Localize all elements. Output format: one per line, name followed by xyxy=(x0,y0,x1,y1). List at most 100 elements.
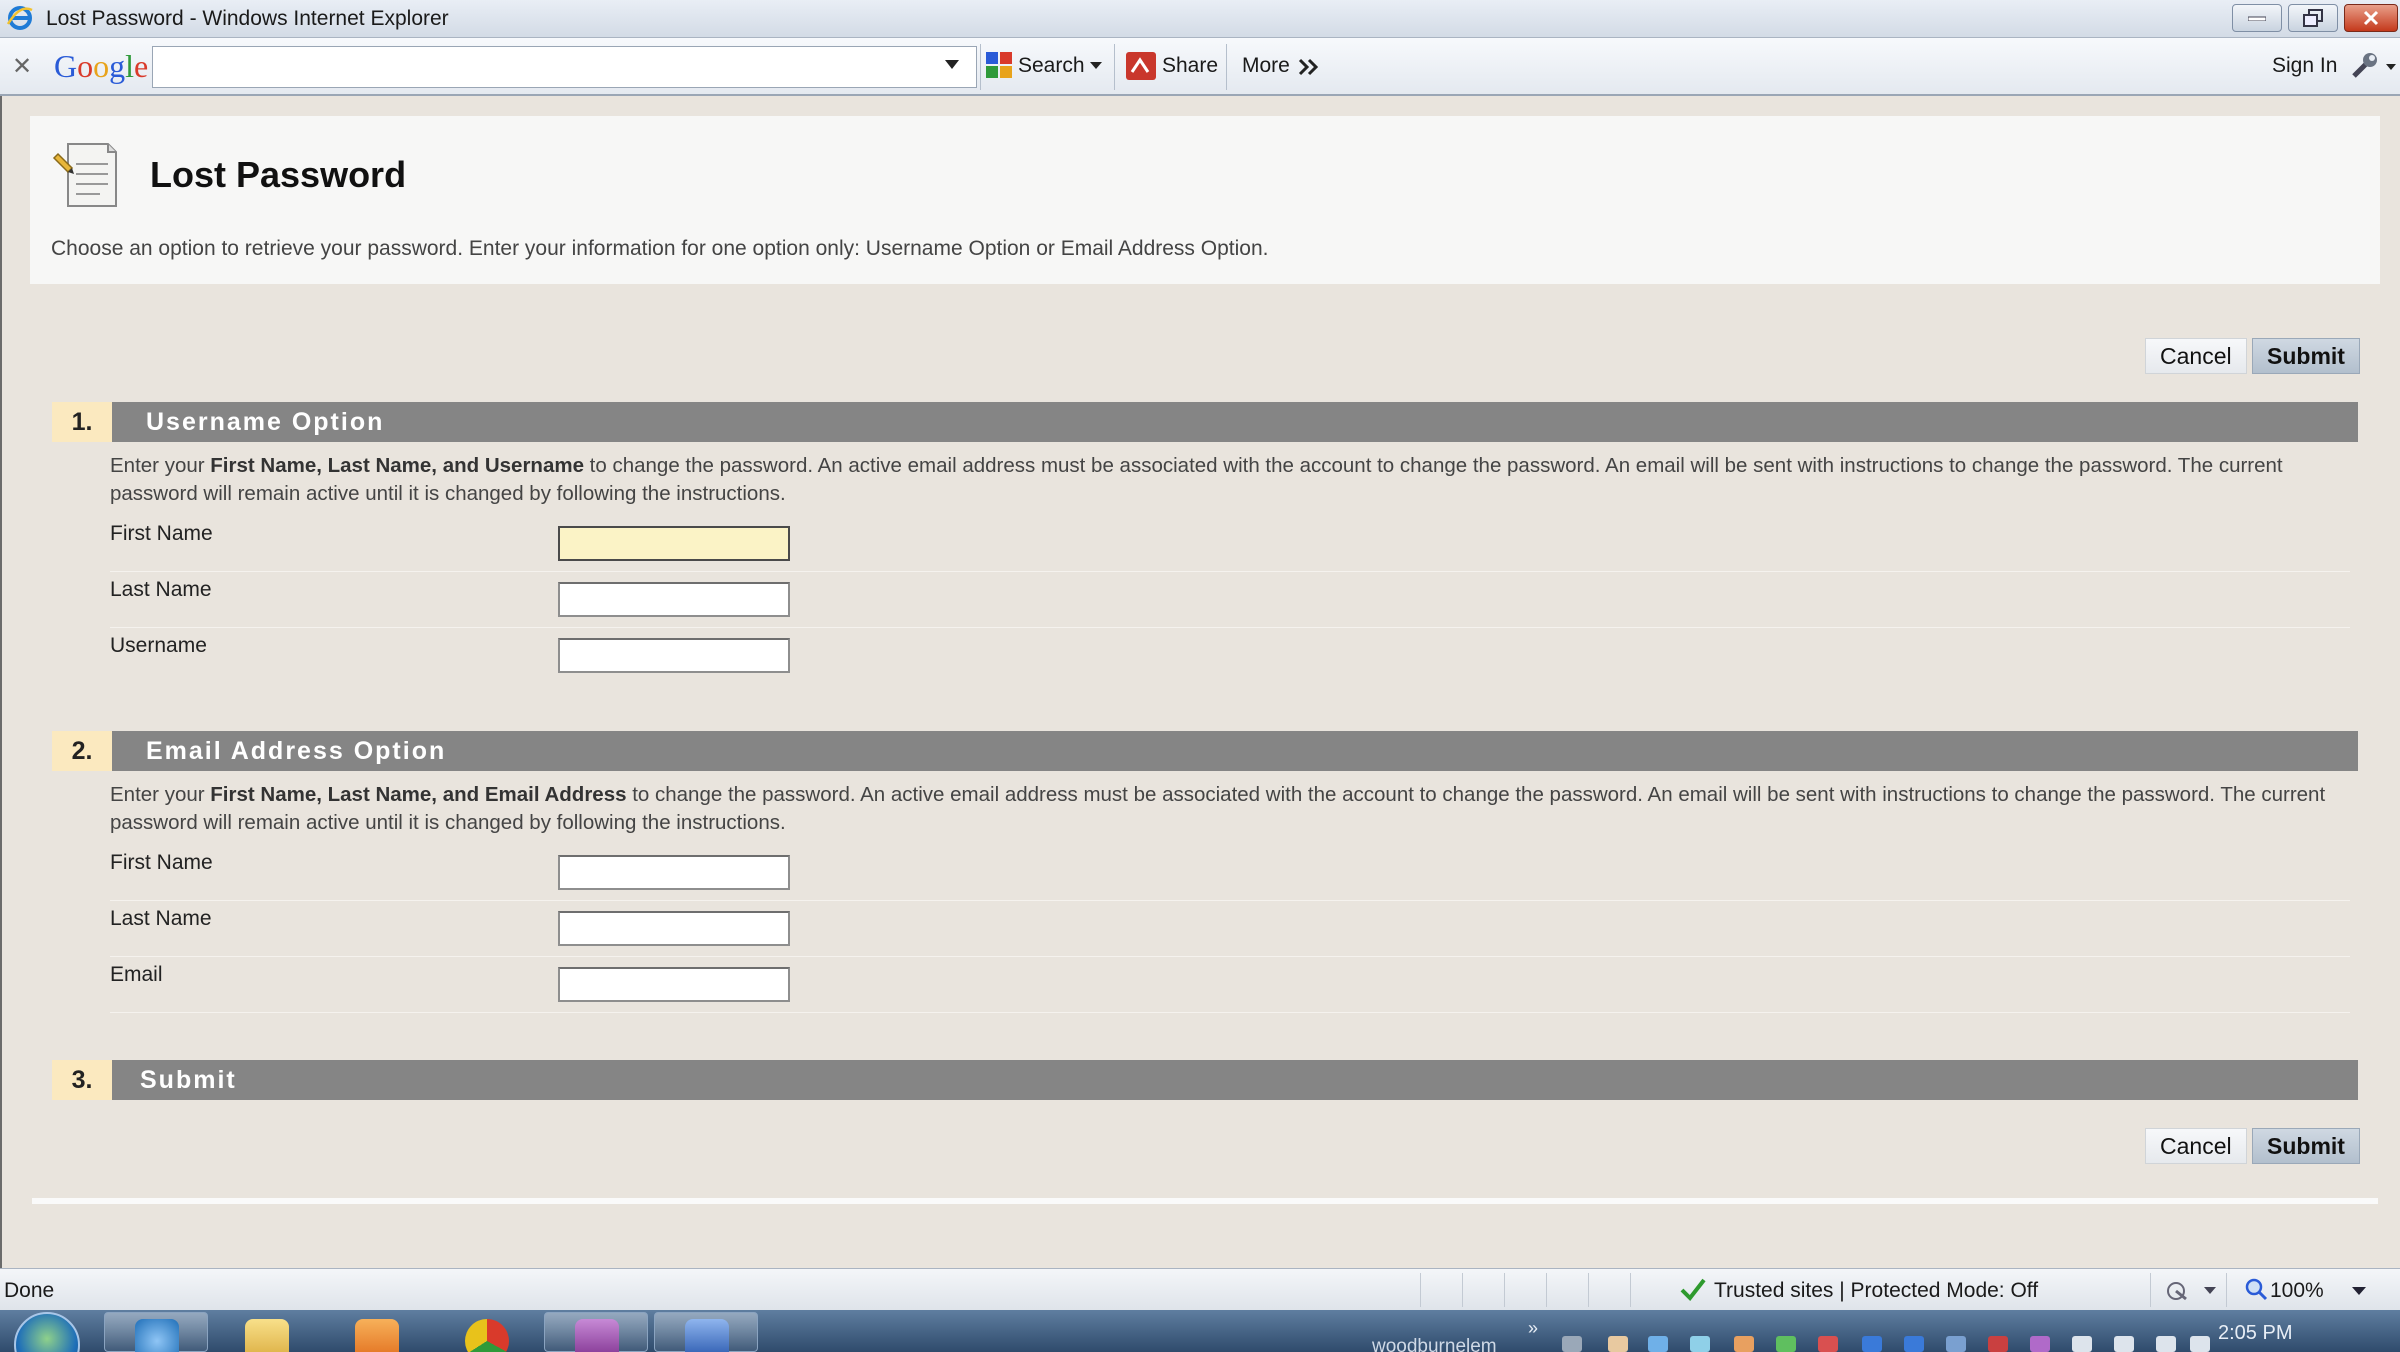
toolbar-close-icon[interactable]: ✕ xyxy=(12,52,32,81)
close-window-button[interactable] xyxy=(2344,4,2398,32)
status-separator xyxy=(1630,1273,1631,1307)
username-input[interactable] xyxy=(558,638,790,673)
popup-blocker-chevron-icon[interactable] xyxy=(2204,1287,2216,1295)
email-option-last-name-input[interactable] xyxy=(558,911,790,946)
first-name-label: First Name xyxy=(110,851,213,874)
section-title: Username Option xyxy=(146,408,385,436)
desc-prefix: Enter your xyxy=(110,454,211,477)
google-toolbar: ✕ Google Search Share More Sign In xyxy=(0,38,2400,96)
email-input[interactable] xyxy=(558,967,790,1002)
restore-icon xyxy=(2303,9,2323,27)
username-option-last-name-input[interactable] xyxy=(558,582,790,617)
tray-onenote-icon[interactable] xyxy=(2030,1336,2050,1352)
tray-user-icon[interactable] xyxy=(1608,1336,1628,1352)
tray-action-center-icon[interactable] xyxy=(2072,1336,2092,1352)
tray-dropbox-icon[interactable] xyxy=(1690,1336,1710,1352)
double-chevron-right-icon[interactable] xyxy=(1298,58,1320,76)
tray-app-icon[interactable] xyxy=(1734,1336,1754,1352)
google-search-icon xyxy=(986,52,1012,78)
form-row-first-name: First Name xyxy=(110,518,2350,572)
word-icon xyxy=(685,1319,729,1352)
status-separator xyxy=(2226,1273,2227,1307)
taskbar-chrome[interactable] xyxy=(434,1312,538,1352)
taskbar-word[interactable] xyxy=(654,1312,758,1352)
google-logo: Google xyxy=(54,48,149,84)
tray-app-icon[interactable] xyxy=(1904,1336,1924,1352)
email-label: Email xyxy=(110,963,163,986)
submit-button-top[interactable]: Submit xyxy=(2252,338,2360,374)
security-zone-text[interactable]: Trusted sites | Protected Mode: Off xyxy=(1714,1279,2038,1303)
taskbar-user-toolbar[interactable]: woodburnelem xyxy=(1372,1336,1497,1352)
section-number: 2. xyxy=(52,731,112,771)
status-separator xyxy=(2150,1273,2151,1307)
google-search-input[interactable] xyxy=(152,46,977,88)
search-dropdown-icon[interactable] xyxy=(945,60,959,70)
taskbar-clock[interactable]: 2:05 PM xyxy=(2218,1322,2292,1345)
first-name-label: First Name xyxy=(110,522,213,545)
taskbar-media-player[interactable] xyxy=(324,1312,428,1352)
taskbar-file-explorer[interactable] xyxy=(214,1312,318,1352)
settings-chevron-icon[interactable] xyxy=(2386,64,2396,71)
tray-power-icon[interactable] xyxy=(2114,1336,2134,1352)
tray-office-icon[interactable] xyxy=(1988,1336,2008,1352)
section-description: Enter your First Name, Last Name, and Us… xyxy=(110,452,2350,508)
form-row-first-name: First Name xyxy=(110,847,2350,901)
document-edit-icon xyxy=(52,143,117,207)
username-option-first-name-input[interactable] xyxy=(558,526,790,561)
page-header: Lost Password Choose an option to retrie… xyxy=(30,116,2380,284)
username-label: Username xyxy=(110,634,207,657)
tray-app-icon[interactable] xyxy=(1946,1336,1966,1352)
internet-explorer-icon xyxy=(135,1319,179,1352)
cancel-button-top[interactable]: Cancel xyxy=(2145,338,2247,374)
close-icon xyxy=(2363,10,2379,26)
toolbar-more-button[interactable]: More xyxy=(1242,54,1290,78)
browser-status-bar: Done Trusted sites | Protected Mode: Off… xyxy=(0,1268,2400,1310)
section-description: Enter your First Name, Last Name, and Em… xyxy=(110,781,2350,837)
media-player-icon xyxy=(355,1319,399,1352)
zoom-level[interactable]: 100% xyxy=(2270,1279,2324,1303)
form-row-username: Username xyxy=(110,630,2350,684)
toolbar-separator xyxy=(980,44,981,90)
desc-bold: First Name, Last Name, and Email Address xyxy=(210,783,627,806)
search-options-chevron-icon[interactable] xyxy=(1090,62,1102,70)
taskbar-internet-explorer[interactable] xyxy=(104,1312,208,1352)
tray-app-icon[interactable] xyxy=(1776,1336,1796,1352)
windows-taskbar: woodburnelem » 2:05 PM xyxy=(0,1310,2400,1352)
form-row-last-name: Last Name xyxy=(110,903,2350,957)
toolbar-sign-in-link[interactable]: Sign In xyxy=(2272,54,2337,78)
page-bottom-divider xyxy=(32,1198,2378,1204)
onenote-icon xyxy=(575,1319,619,1352)
email-option-first-name-input[interactable] xyxy=(558,855,790,890)
minimize-button[interactable] xyxy=(2232,4,2282,32)
tray-network-icon[interactable] xyxy=(1562,1336,1582,1352)
tray-antivirus-icon[interactable] xyxy=(1818,1336,1838,1352)
popup-blocker-icon[interactable] xyxy=(2164,1279,2196,1303)
tray-wifi-icon[interactable] xyxy=(2156,1336,2176,1352)
status-separator xyxy=(1588,1273,1589,1307)
tray-volume-icon[interactable] xyxy=(2190,1336,2210,1352)
desc-prefix: Enter your xyxy=(110,783,211,806)
restore-button[interactable] xyxy=(2288,4,2338,32)
toolbar-search-button[interactable]: Search xyxy=(1018,54,1085,78)
section-submit: 3. Submit xyxy=(52,1060,2358,1100)
wrench-icon[interactable] xyxy=(2350,52,2380,80)
window-title: Lost Password - Windows Internet Explore… xyxy=(46,7,449,30)
page-content: Lost Password Choose an option to retrie… xyxy=(0,96,2400,1268)
zoom-magnifier-icon[interactable] xyxy=(2244,1277,2268,1301)
status-separator xyxy=(1420,1273,1421,1307)
internet-explorer-icon xyxy=(6,6,33,30)
cancel-button-bottom[interactable]: Cancel xyxy=(2145,1128,2247,1164)
last-name-label: Last Name xyxy=(110,907,212,930)
form-row-last-name: Last Name xyxy=(110,574,2350,628)
toolbar-share-button[interactable]: Share xyxy=(1162,54,1218,78)
status-text: Done xyxy=(4,1279,55,1302)
tray-app-icon[interactable] xyxy=(1648,1336,1668,1352)
submit-button-bottom[interactable]: Submit xyxy=(2252,1128,2360,1164)
start-button[interactable] xyxy=(14,1312,80,1352)
tray-app-icon[interactable] xyxy=(1862,1336,1882,1352)
checkmark-icon xyxy=(1680,1278,1706,1301)
taskbar-onenote[interactable] xyxy=(544,1312,648,1352)
taskbar-overflow-chevron-icon[interactable]: » xyxy=(1528,1318,1538,1339)
status-separator xyxy=(1462,1273,1463,1307)
zoom-chevron-icon[interactable] xyxy=(2352,1287,2366,1296)
